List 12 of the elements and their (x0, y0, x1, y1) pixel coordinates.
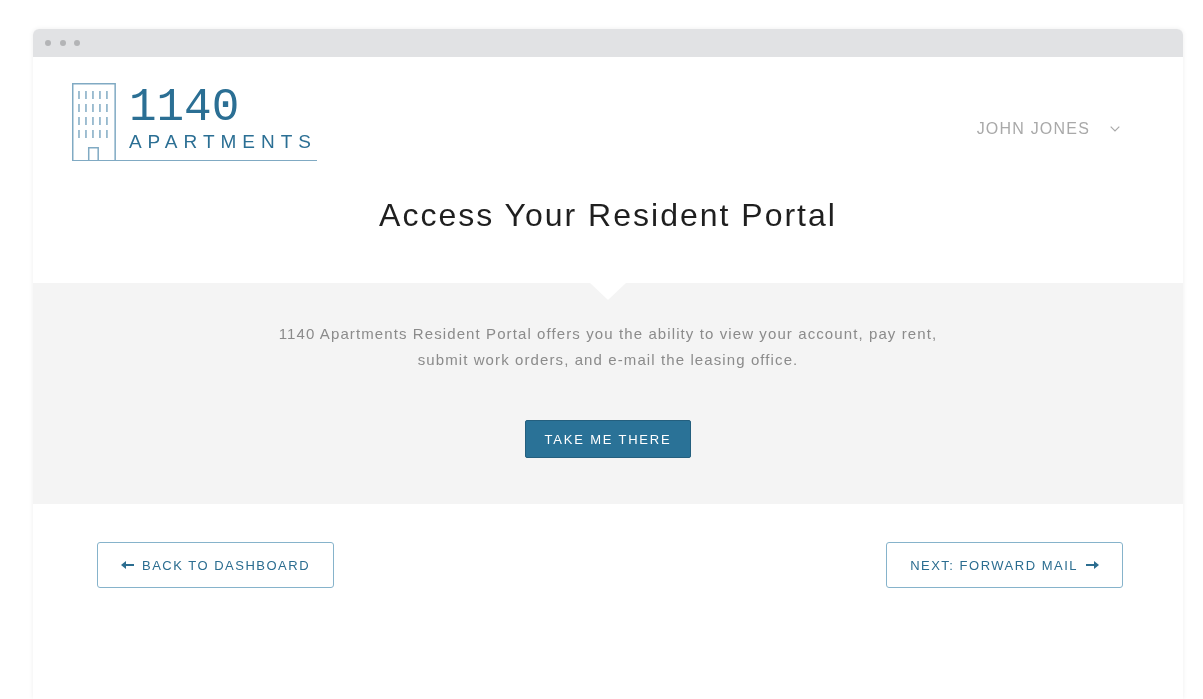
dot-icon (74, 40, 80, 46)
next-button[interactable]: NEXT: FORWARD MAIL (886, 542, 1123, 588)
dot-icon (45, 40, 51, 46)
logo-name: APARTMENTS (128, 131, 317, 153)
primary-button[interactable]: TAKE ME THERE (524, 420, 692, 458)
arrow-left-icon (121, 561, 134, 569)
intro-text: 1140 Apartments Resident Portal offers you the ability to view your account, pay rent, submit work orders, and e-mail the leasing office. (277, 324, 939, 370)
dot-icon (59, 40, 66, 46)
back-button[interactable]: BACK TO DASHBOARD (97, 542, 335, 588)
arrow-right-icon (1086, 561, 1099, 569)
logo-number: 1140 (128, 85, 240, 131)
page-title: Access Your Resident Portal (379, 196, 837, 235)
